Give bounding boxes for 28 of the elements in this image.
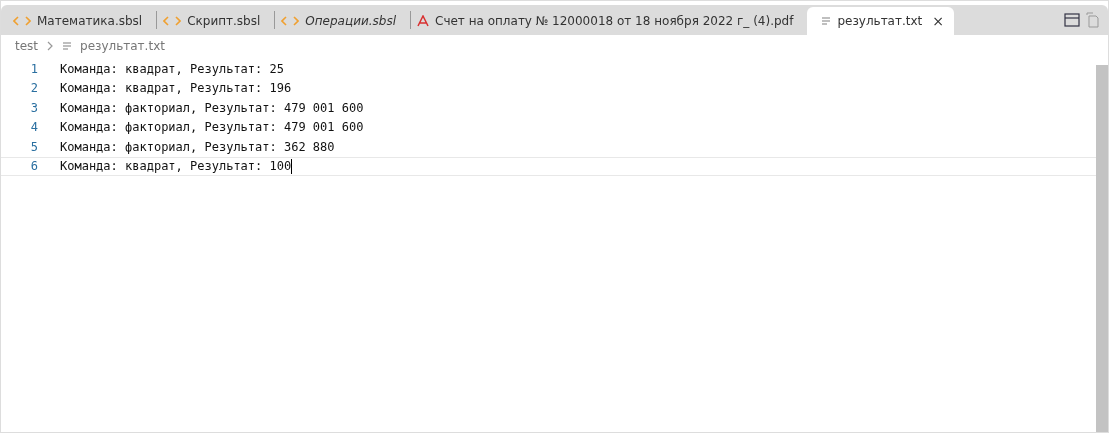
breadcrumb-item[interactable]: результат.txt	[80, 39, 165, 53]
line-number: 2	[29, 81, 38, 96]
code-icon	[281, 15, 300, 27]
scrollbar[interactable]	[1096, 65, 1108, 432]
line-number: 5	[29, 139, 38, 154]
text-file-icon	[62, 41, 73, 51]
close-icon[interactable]: ×	[932, 13, 945, 29]
chevron-icon	[46, 41, 55, 51]
editor-tab[interactable]: результат.txt ×	[807, 7, 955, 35]
code-icon	[163, 15, 182, 27]
editor-tab[interactable]: Математика.sbsl	[7, 7, 157, 35]
line-number: 1	[29, 61, 38, 76]
line-number: 3	[29, 100, 38, 115]
breadcrumb-item[interactable]: test	[15, 39, 39, 53]
code-icon	[13, 15, 31, 27]
code-line: Команда: квадрат, Результат: 100	[60, 158, 293, 174]
code-line: Команда: квадрат, Результат: 25	[60, 61, 284, 76]
text-file-icon	[821, 16, 832, 26]
code-line: Команда: факториал, Результат: 479 001 600	[60, 120, 364, 135]
editor-tab[interactable]: Счет на оплату № 12000018 от 18 ноября 2022 г_ (4).pdf	[411, 7, 808, 35]
line-number: 6	[29, 159, 38, 174]
code-line: Команда: квадрат, Результат: 196	[60, 81, 292, 96]
editor-tab[interactable]: Скрипт.sbsl	[157, 7, 275, 35]
editor-tab[interactable]: Операции.sbsl	[275, 7, 410, 35]
code-line: Команда: факториал, Результат: 479 001 600	[60, 100, 364, 115]
split-layout-icon[interactable]	[1064, 13, 1080, 27]
code-line: Команда: факториал, Результат: 362 880	[60, 139, 335, 154]
line-number: 4	[29, 120, 38, 135]
